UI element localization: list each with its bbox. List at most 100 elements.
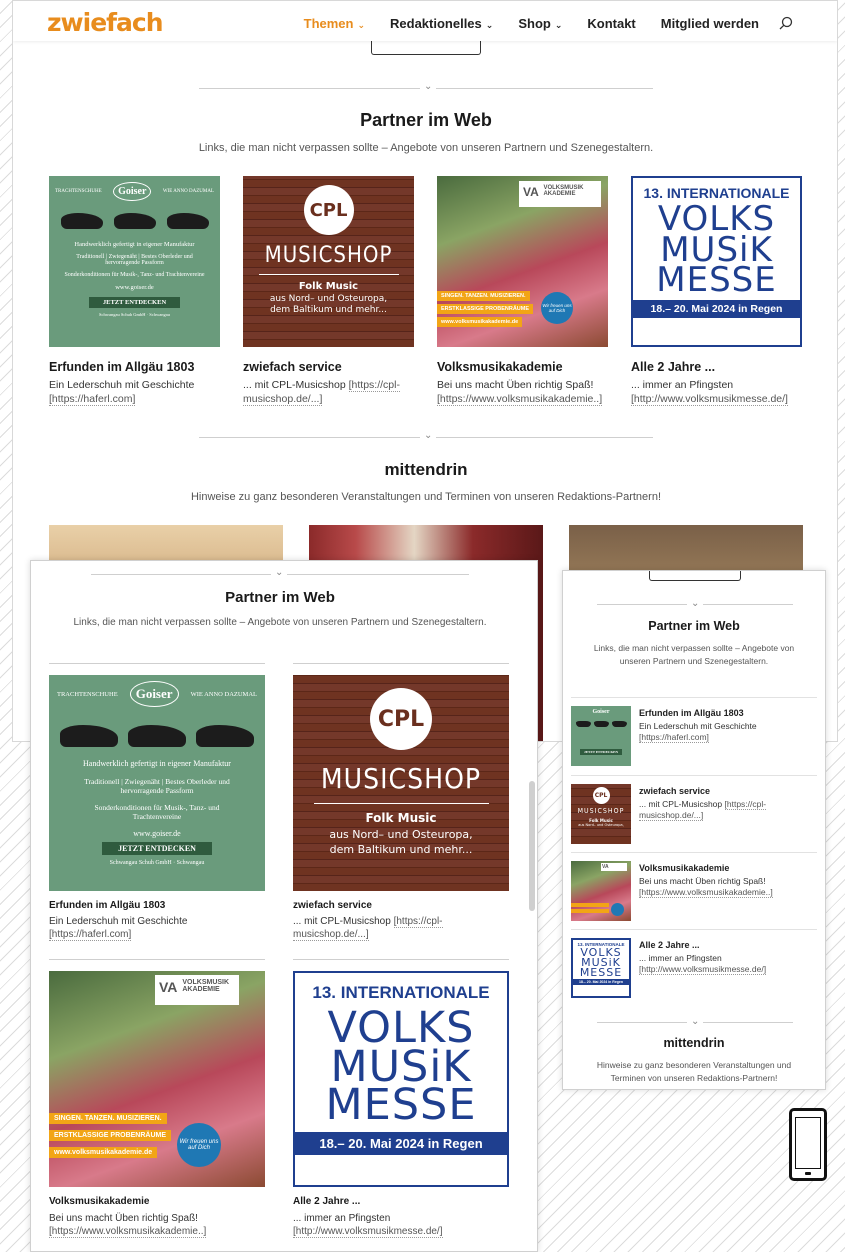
goiser-ad-image[interactable]: TRACHTENSCHUHE Goiser WIE ANNO DAZUMAL H… [49,675,265,891]
shoes-illustration [49,725,265,747]
goiser-line3: Sonderkonditionen für Musik-, Tanz- und … [94,803,220,821]
partial-button[interactable] [649,571,741,581]
nav-item-kontakt[interactable]: Kontakt [587,16,635,31]
goiser-cta-button: JETZT ENTDECKEN [102,842,212,855]
card-link[interactable]: [http://www.volksmusikmesse.de/] [631,392,788,406]
cpl-shop-title: MUSICSHOP [320,762,482,795]
shoe-icon [611,721,627,727]
goiser-thumbnail: Goiser JETZT ENTDECKEN [571,706,631,766]
cpl-line2: aus Nord– und Osteuropa, [329,828,473,841]
row-title[interactable]: Volksmusikakademie [639,863,729,873]
row-title[interactable]: Erfunden im Allgäu 1803 [639,708,744,718]
cpl-shop-title: MUSICSHOP [264,243,393,268]
chevron-down-icon: ⌄ [420,430,437,441]
vma-logo-text2: AKADEMIE [543,191,576,197]
card-title[interactable]: Volksmusikakademie [49,1196,149,1207]
cpl-ad-image[interactable]: CPL MUSICSHOP Folk Music aus Nord– und O… [243,176,414,347]
smartphone-home-button [805,1172,811,1175]
card-link[interactable]: [https://haferl.com] [49,929,132,941]
nav-label: Mitglied werden [660,16,759,31]
card-description: Bei uns macht Üben richtig Spaß! [https:/… [49,1212,265,1238]
card-title[interactable]: Alle 2 Jahre ... [293,1196,360,1207]
row-description: ... mit CPL-Musicshop [https://cpl-music… [639,799,814,822]
top-navbar: zwiefach Themen ⌄ Redaktionelles ⌄ Shop ⌄ K… [13,1,837,41]
nav-label: Shop [518,16,551,31]
chevron-down-icon: ⌄ [554,20,563,30]
card-link[interactable]: [http://www.volksmusikmesse.de/] [639,964,767,976]
section-title: mittendrin [663,1036,725,1050]
volksmusikakademie-ad-image[interactable]: VA VOLKSMUSIK AKADEMIE SINGEN. TANZEN. MU… [49,971,265,1187]
volksmusikmesse-ad-image[interactable]: 13. INTERNATIONALE VOLKS MUSiK MESSE 18.… [631,176,802,347]
cpl-line2: aus Nord– und Osteuropa, [269,294,388,304]
vma-circle-badge: Wir freuen uns auf Dich [177,1123,221,1167]
search-icon[interactable] [779,16,793,30]
goiser-footer: Schwangau Schuh GmbH · Schwangau [109,860,205,866]
vma-logo-mark: VA [159,979,178,995]
row-title[interactable]: Alle 2 Jahre ... [639,940,700,950]
card-link[interactable]: [https://haferl.com] [639,732,709,744]
cpl-shop-title: MUSICSHOP [577,807,625,815]
nav-item-redaktionelles[interactable]: Redaktionelles ⌄ [390,16,493,31]
shoe-icon [60,213,103,229]
volksmusikakademie-ad-image[interactable]: VA VOLKSMUSIK AKADEMIE SINGEN. TANZEN. MU… [437,176,608,347]
goiser-ad-image[interactable]: TRACHTENSCHUHE Goiser WIE ANNO DAZUMAL H… [49,176,220,347]
shoe-icon [575,721,591,727]
chevron-down-icon: ⌄ [271,567,288,578]
card-title[interactable]: Erfunden im Allgäu 1803 [49,900,165,911]
card-description: ... mit CPL-Musicshop [https://cpl-music… [243,379,403,406]
card-title[interactable]: Volksmusikakademie [437,360,563,374]
card-title[interactable]: zwiefach service [243,360,342,374]
card-link[interactable]: [http://www.volksmusikmesse.de/] [293,1226,443,1238]
messe-line3: MESSE [656,260,777,301]
card-link[interactable]: [https://www.volksmusikakademie..] [639,887,773,899]
nav-label: Kontakt [587,16,636,31]
tablet-screenshot: ⌄ Partner im Web Links, die man nicht ve… [30,560,538,1252]
nav-label: Themen [303,16,354,31]
vma-strip [571,909,609,913]
card-description: Ein Lederschuh mit Geschichte [https://ha… [49,379,229,406]
vma-logo: VA VOLKSMUSIK AKADEMIE [519,181,601,207]
vma-strip1: SINGEN. TANZEN. MUSIZIEREN. [437,291,530,301]
chevron-down-icon: ⌄ [357,20,366,30]
card-description: ... immer an Pfingsten [http://www.volksm… [293,1212,509,1238]
volksmusikmesse-ad-image[interactable]: 13. INTERNATIONALE VOLKS MUSiK MESSE 18.… [293,971,509,1187]
goiser-header-left: TRACHTENSCHUHE [57,690,118,698]
row-divider [49,663,265,664]
volksmusikakademie-thumbnail: VA [571,861,631,921]
goiser-cta-button: JETZT ENTDECKEN [88,297,181,308]
cpl-rule [313,803,489,804]
card-link[interactable]: [https://www.volksmusikakademie..] [49,1226,207,1238]
site-logo[interactable]: zwiefach [47,8,164,37]
card-title[interactable]: zwiefach service [293,900,372,911]
nav-item-mitglied-werden[interactable]: Mitglied werden [661,16,759,31]
nav-item-shop[interactable]: Shop ⌄ [518,16,562,31]
card-desc-text: Ein Lederschuh mit Geschichte [49,916,188,927]
nav-item-themen[interactable]: Themen ⌄ [304,16,365,31]
smartphone-icon [789,1108,827,1181]
vma-logo-mark: VA [523,185,539,199]
goiser-brand: Goiser [113,182,152,201]
vma-circle-badge: Wir freuen uns auf Dich [541,292,573,324]
row-title[interactable]: zwiefach service [639,786,710,796]
section-title: Partner im Web [360,110,492,130]
card-link[interactable]: [https://www.volksmusikakademie..] [437,392,603,406]
card-desc-text: ... mit CPL-Musicshop [243,379,346,391]
goiser-brand: Goiser [129,681,179,707]
goiser-line1: Handwerklich gefertigt in eigener Manufa… [83,759,231,768]
list-item[interactable]: VA Volksmusikakademie Bei uns macht Üben… [571,852,817,929]
cpl-rule [258,274,399,275]
scrollbar[interactable] [529,781,535,911]
card-title[interactable]: Erfunden im Allgäu 1803 [49,360,194,374]
list-item[interactable]: Goiser JETZT ENTDECKEN Erfunden im Allgä… [571,697,817,774]
shoe-icon [128,725,186,747]
vma-logo-mark: VA [601,863,627,871]
cpl-ad-image[interactable]: CPL MUSICSHOP Folk Music aus Nord– und O… [293,675,509,891]
cpl-line2: aus Nord– und Osteuropa, [578,823,624,827]
card-link[interactable]: [https://haferl.com] [49,392,136,406]
card-title[interactable]: Alle 2 Jahre ... [631,360,715,374]
messe-footer: 18.– 20. Mai 2024 in Regen [573,978,629,985]
vma-logo: VA VOLKSMUSIK AKADEMIE [155,975,239,1005]
list-item[interactable]: CPL MUSICSHOP Folk Music aus Nord– und O… [571,775,817,852]
goiser-brand: Goiser [592,709,610,715]
list-item[interactable]: 13. INTERNATIONALE VOLKS MUSiK MESSE 18.… [571,929,817,1006]
